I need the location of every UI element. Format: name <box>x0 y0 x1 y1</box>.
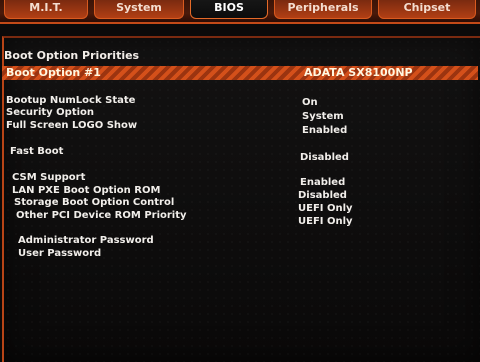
option-label-csm[interactable]: CSM Support <box>12 172 85 184</box>
option-label-storage-boot[interactable]: Storage Boot Option Control <box>14 197 174 209</box>
option-value-security[interactable]: System <box>302 111 344 123</box>
option-value-pci-rom[interactable]: UEFI Only <box>298 216 353 228</box>
tab-mit[interactable]: M.I.T. <box>4 0 88 19</box>
option-value-logo[interactable]: Enabled <box>302 125 347 137</box>
section-title: Boot Option Priorities <box>4 49 140 62</box>
option-label-admin-password[interactable]: Administrator Password <box>18 235 154 247</box>
option-label-logo[interactable]: Full Screen LOGO Show <box>6 120 137 132</box>
option-label-lan-pxe[interactable]: LAN PXE Boot Option ROM <box>12 185 160 197</box>
option-label-pci-rom[interactable]: Other PCI Device ROM Priority <box>16 210 187 222</box>
boot-option-1-label[interactable]: Boot Option #1 <box>6 66 101 80</box>
option-label-security[interactable]: Security Option <box>6 107 94 119</box>
option-value-storage-boot[interactable]: UEFI Only <box>298 203 353 215</box>
option-label-fast-boot[interactable]: Fast Boot <box>10 146 63 158</box>
boot-option-1-value[interactable]: ADATA SX8100NP <box>304 66 413 80</box>
option-value-lan-pxe[interactable]: Disabled <box>298 190 347 202</box>
tab-peripherals[interactable]: Peripherals <box>274 0 372 19</box>
tab-bios[interactable]: BIOS <box>190 0 268 19</box>
tab-chipset[interactable]: Chipset <box>378 0 476 19</box>
option-value-csm[interactable]: Enabled <box>300 177 345 189</box>
option-label-numlock[interactable]: Bootup NumLock State <box>6 95 135 107</box>
top-tab-bar: M.I.T. System BIOS Peripherals Chipset <box>0 0 480 24</box>
option-value-fast-boot[interactable]: Disabled <box>300 152 349 164</box>
option-label-user-password[interactable]: User Password <box>18 248 101 260</box>
option-value-numlock[interactable]: On <box>302 97 318 109</box>
tab-system[interactable]: System <box>94 0 184 19</box>
